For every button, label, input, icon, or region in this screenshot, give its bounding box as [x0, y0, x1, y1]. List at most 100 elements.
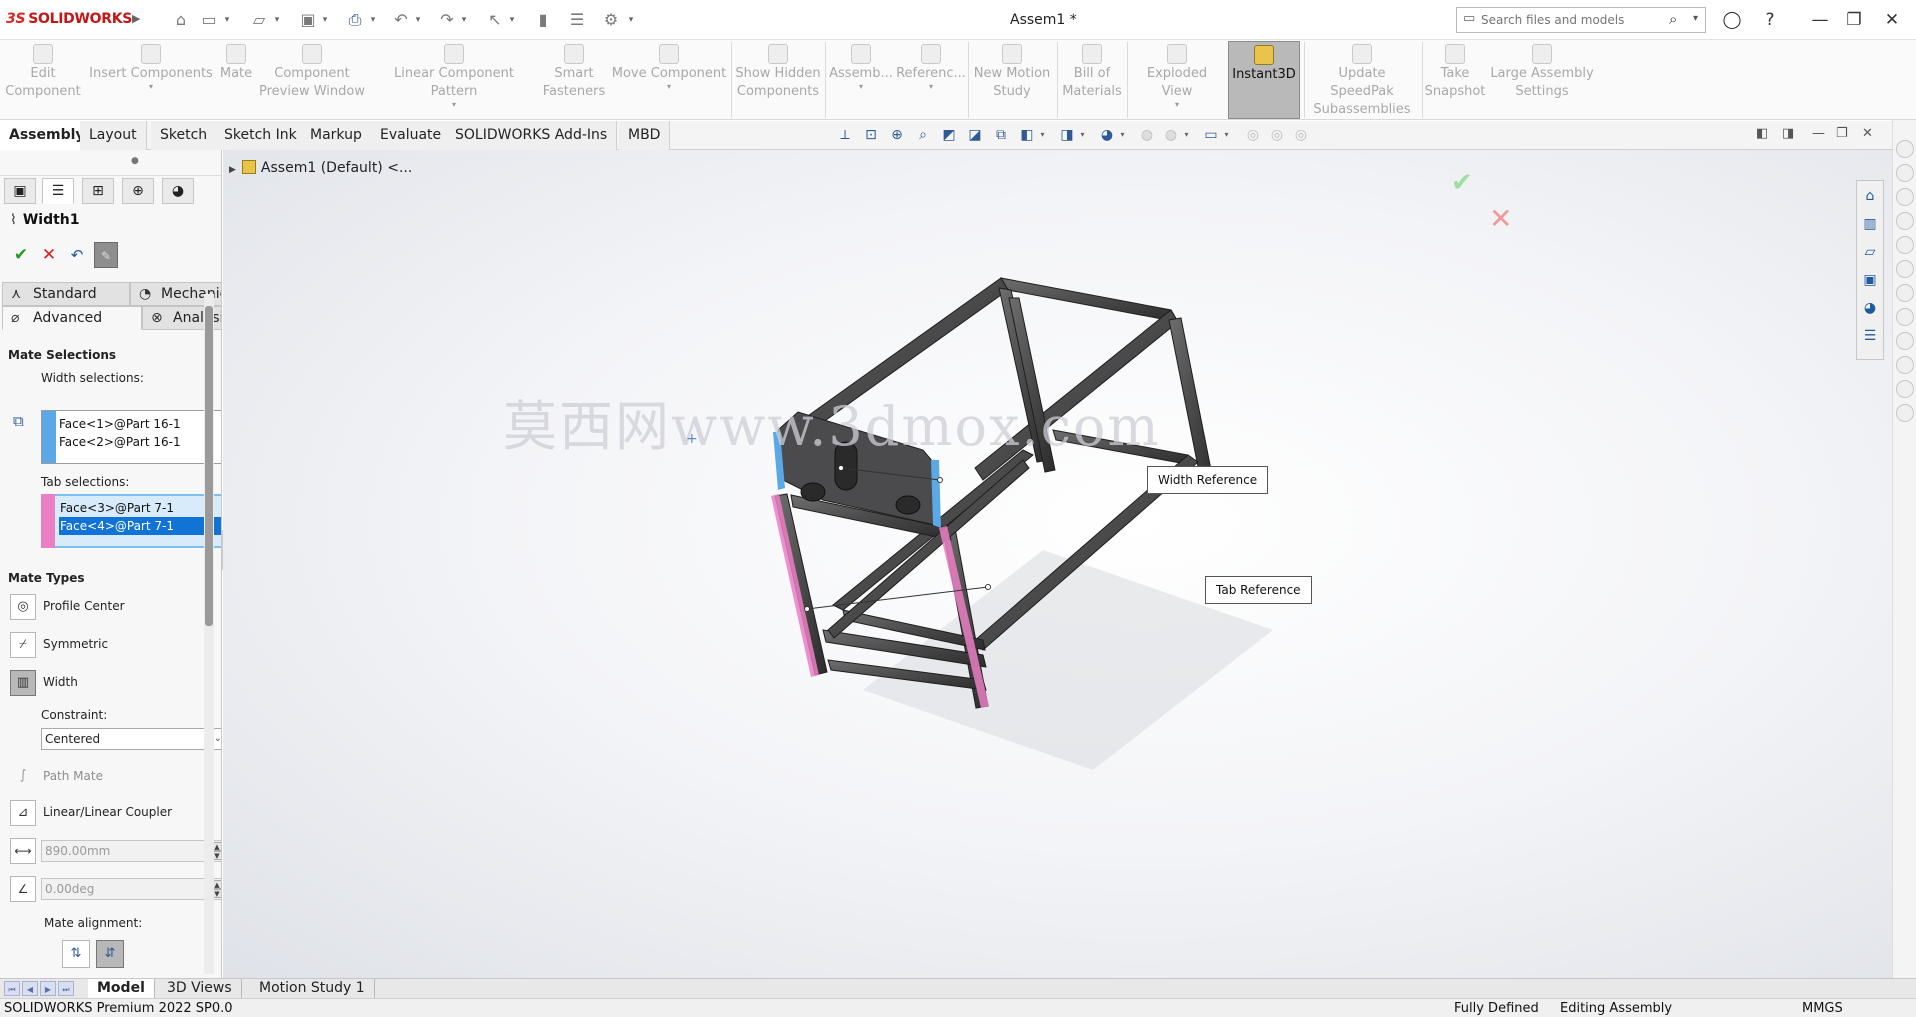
dynamic-view-icon[interactable]: ⧉ [992, 126, 1010, 144]
tile-right-icon[interactable]: ◨ [1782, 126, 1794, 141]
mate-button[interactable]: Mate [216, 44, 256, 83]
tool-icon[interactable] [1896, 332, 1914, 350]
pm-scrollbar[interactable] [204, 294, 214, 974]
realview-icon[interactable]: ◎ [1268, 126, 1286, 144]
tool-icon[interactable] [1896, 260, 1914, 278]
mate-type-path-mate[interactable]: ∫ Path Mate [10, 764, 221, 792]
width-selections-list[interactable]: Face<1>@Part 16-1 Face<2>@Part 16-1 [41, 410, 221, 464]
tab-mbd[interactable]: MBD [619, 121, 671, 150]
tool-icon[interactable] [1896, 236, 1914, 254]
mate-type-symmetric[interactable]: ⌿ Symmetric [10, 632, 221, 660]
print-icon[interactable]: ⎙ [344, 9, 366, 31]
tool-icon[interactable] [1896, 188, 1914, 206]
subtab-standard[interactable]: ⋏ Standard [2, 282, 130, 306]
tool-icon[interactable] [1896, 404, 1914, 422]
open-folder-icon[interactable]: ▱ [248, 9, 270, 31]
redo-dropdown-icon[interactable]: ▾ [459, 9, 469, 31]
undo-icon[interactable]: ↶ [64, 242, 90, 268]
mate-type-width[interactable]: ▥ Width [10, 670, 221, 698]
tool-icon[interactable] [1896, 212, 1914, 230]
monitor-icon[interactable]: ▭ [1202, 126, 1220, 144]
view-settings-icon[interactable]: ◍ [1162, 126, 1180, 144]
section-view-icon[interactable]: ◩ [940, 126, 958, 144]
tool-icon[interactable] [1896, 356, 1914, 374]
pin-icon[interactable]: ✎ [94, 242, 118, 268]
mate-type-profile-center[interactable]: ◎ Profile Center [10, 594, 221, 622]
cancel-x-icon[interactable]: ✕ [36, 242, 62, 268]
tab-model[interactable]: Model [88, 979, 155, 999]
undo-dropdown-icon[interactable]: ▾ [413, 9, 423, 31]
tab-evaluate[interactable]: Evaluate [371, 121, 452, 150]
take-snapshot-button[interactable]: Take Snapshot [1424, 44, 1486, 101]
confirm-cancel-x-icon[interactable]: ✕ [1489, 202, 1512, 235]
ok-check-icon[interactable]: ✔ [8, 242, 34, 268]
print-dropdown-icon[interactable]: ▾ [368, 9, 378, 31]
shadows-icon[interactable]: ◎ [1292, 126, 1310, 144]
render-tools-icon[interactable]: ◎ [1244, 126, 1262, 144]
design-library-icon[interactable]: ▥ [1859, 213, 1881, 235]
custom-properties-icon[interactable]: ☰ [1859, 325, 1881, 347]
show-hidden-components-button[interactable]: Show Hidden Components [734, 44, 822, 101]
dynamic-annotation-icon[interactable]: ◪ [966, 126, 984, 144]
scroll-thumb[interactable] [205, 306, 213, 626]
select-cursor-icon[interactable]: ↖ [484, 9, 506, 31]
instant3d-button[interactable]: Instant3D [1228, 41, 1300, 119]
graphics-area[interactable]: ▶ Assem1 (Default) <... 莫西网www.3dmox.com… [223, 150, 1892, 978]
user-account-icon[interactable]: ◯ [1720, 9, 1744, 31]
exploded-view-button[interactable]: Exploded View ▾ [1130, 44, 1224, 109]
appearances-icon[interactable]: ◕ [1859, 297, 1881, 319]
minimize-icon[interactable]: — [1808, 9, 1832, 31]
zoom-to-area-icon[interactable]: ⊕ [888, 126, 906, 144]
tool-icon[interactable] [1896, 140, 1914, 158]
view-orientation-icon[interactable]: ⟂ [836, 126, 854, 144]
angle-spinner[interactable]: ▲ ▼ [41, 878, 221, 900]
tool-icon[interactable] [1896, 308, 1914, 326]
tab-sketch[interactable]: Sketch [151, 121, 218, 150]
options-gear-icon[interactable]: ⚙ [600, 9, 622, 31]
restore-icon[interactable]: ❐ [1842, 9, 1866, 31]
tab-selections-list[interactable]: Face<3>@Part 7-1 Face<4>@Part 7-1 [41, 494, 221, 548]
home-icon[interactable]: ⌂ [1859, 185, 1881, 207]
undo-icon[interactable]: ↶ [390, 9, 412, 31]
list-item[interactable]: Face<3>@Part 7-1 [59, 499, 221, 517]
edit-appearance-icon[interactable]: ◕ [1098, 126, 1116, 144]
tab-solidworks-addins[interactable]: SOLIDWORKS Add-Ins [446, 121, 618, 150]
options-dropdown-icon[interactable]: ▾ [626, 9, 636, 31]
file-properties-icon[interactable]: ☰ [566, 9, 588, 31]
file-explorer-icon[interactable]: ▱ [1859, 241, 1881, 263]
tab-3d-views[interactable]: 3D Views [158, 979, 242, 999]
redo-icon[interactable]: ↷ [436, 9, 458, 31]
confirm-ok-check-icon[interactable]: ✔ [1451, 168, 1473, 198]
tab-layout[interactable]: Layout [80, 121, 147, 150]
list-item[interactable]: Face<4>@Part 7-1 [59, 517, 221, 535]
close-icon[interactable]: ✕ [1880, 9, 1904, 31]
display-style-icon[interactable]: ◧ [1018, 126, 1036, 144]
property-manager-tab-icon[interactable]: ☰ [42, 178, 74, 204]
unit-system[interactable]: MMGS [1802, 1001, 1843, 1016]
large-assembly-settings-button[interactable]: Large Assembly Settings [1490, 44, 1594, 101]
feature-manager-tab-icon[interactable]: ▣ [4, 178, 36, 204]
new-dropdown-icon[interactable]: ▾ [222, 9, 232, 31]
new-document-icon[interactable]: ▭ [198, 9, 220, 31]
next-tab-icon[interactable]: ▶ [40, 981, 56, 996]
select-dropdown-icon[interactable]: ▾ [507, 9, 517, 31]
edit-component-button[interactable]: Edit Component [2, 44, 84, 101]
previous-tab-icon[interactable]: ◀ [22, 981, 38, 996]
open-dropdown-icon[interactable]: ▾ [272, 9, 282, 31]
zoom-to-fit-icon[interactable]: ⊡ [862, 126, 880, 144]
rebuild-icon[interactable]: ▮ [532, 9, 554, 31]
tool-icon[interactable] [1896, 284, 1914, 302]
doc-close-icon[interactable]: ✕ [1862, 126, 1873, 141]
home-icon[interactable]: ⌂ [170, 9, 192, 31]
tab-sketch-ink[interactable]: Sketch Ink [215, 121, 307, 150]
hide-show-items-icon[interactable]: ◨ [1058, 126, 1076, 144]
width-reference-callout[interactable]: Width Reference [1147, 466, 1269, 494]
assembly-features-button[interactable]: Assemb... ▾ [828, 44, 894, 91]
reference-geometry-button[interactable]: Referenc... ▾ [896, 44, 966, 91]
search-dropdown-icon[interactable]: ▾ [1693, 13, 1698, 24]
dimxpert-manager-tab-icon[interactable]: ⊕ [122, 178, 154, 204]
search-box[interactable]: ▭ ⌕ ▾ [1456, 7, 1706, 33]
help-icon[interactable]: ? [1758, 9, 1782, 31]
doc-minimize-icon[interactable]: — [1812, 126, 1825, 141]
new-motion-study-button[interactable]: New Motion Study [970, 44, 1054, 101]
